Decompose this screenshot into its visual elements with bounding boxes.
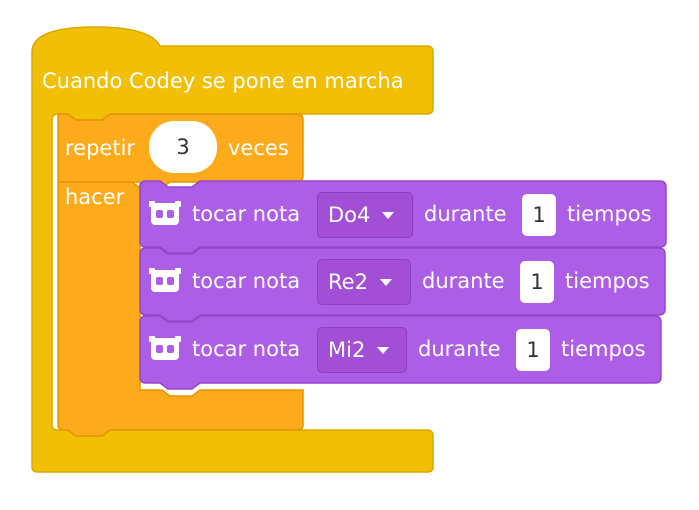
beats-input[interactable]: 1	[520, 261, 554, 303]
do-label: hacer	[65, 185, 125, 209]
note-dropdown-value: Mi2	[328, 338, 366, 362]
beats-label: tiempos	[567, 202, 652, 226]
codey-robot-icon	[149, 201, 181, 232]
play-note-label[interactable]: tocar nota	[192, 271, 300, 292]
codey-robot-icon	[149, 268, 181, 299]
play-note-label[interactable]: tocar nota	[192, 204, 300, 225]
codey-robot-icon	[149, 336, 181, 367]
times-label[interactable]: veces	[228, 138, 289, 159]
chevron-down-icon	[382, 211, 395, 219]
beats-input[interactable]: 1	[516, 329, 550, 371]
during-label: durante	[422, 269, 505, 293]
beats-label: tiempos	[565, 269, 650, 293]
play-note-label[interactable]: tocar nota	[192, 339, 300, 360]
repeat-count-input[interactable]: 3	[149, 121, 217, 173]
beats-label: tiempos	[561, 337, 646, 361]
chevron-down-icon	[377, 346, 390, 354]
note-dropdown[interactable]: Re2	[317, 259, 411, 305]
note-dropdown-value: Re2	[328, 270, 368, 294]
repeat-label[interactable]: repetir	[65, 138, 135, 159]
block-canvas: Cuando Codey se pone en marcha repetir 3…	[0, 0, 699, 510]
during-label: durante	[418, 337, 501, 361]
note-dropdown[interactable]: Mi2	[317, 327, 407, 373]
chevron-down-icon	[379, 278, 392, 286]
hat-block-label[interactable]: Cuando Codey se pone en marcha	[42, 71, 404, 92]
note-dropdown-value: Do4	[328, 203, 371, 227]
beats-input[interactable]: 1	[522, 194, 556, 236]
during-label: durante	[424, 202, 507, 226]
note-dropdown[interactable]: Do4	[317, 192, 413, 238]
